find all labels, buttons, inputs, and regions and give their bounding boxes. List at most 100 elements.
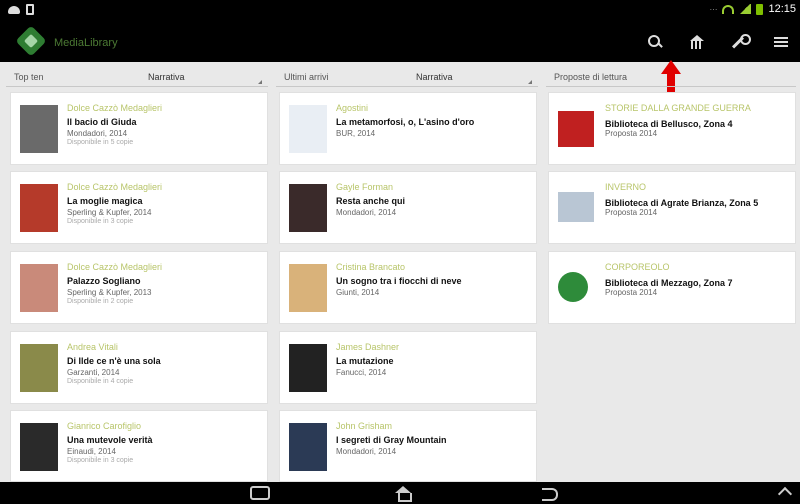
wrench-icon[interactable] (728, 32, 751, 52)
book-card[interactable]: Dolce Cazzò Medaglieri Il bacio di Giuda… (10, 92, 268, 165)
book-title: Palazzo Sogliano (67, 276, 141, 286)
book-title: La moglie magica (67, 196, 143, 206)
navigation-bar (0, 482, 800, 504)
book-card[interactable]: Agostini La metamorfosi, o, L'asino d'or… (279, 92, 537, 165)
book-title: Resta anche qui (336, 196, 406, 206)
wifi-icon (722, 4, 735, 14)
proposal-library: Biblioteca di Agrate Brianza, Zona 5 (605, 198, 759, 208)
home-icon[interactable] (394, 486, 412, 502)
book-title: Il bacio di Giuda (67, 117, 137, 127)
menu-icon[interactable] (770, 32, 792, 52)
book-author: Gianrico Carofiglio (67, 421, 142, 431)
dropdown-triangle-icon[interactable] (258, 80, 262, 84)
library-icon[interactable] (686, 32, 708, 52)
column-header-proposte: Proposte di lettura (546, 67, 796, 87)
book-publisher: Sperling & Kupfer, 2014 (67, 208, 152, 217)
recent-apps-icon[interactable] (250, 486, 270, 500)
genre-filter-select[interactable]: Narrativa (148, 72, 185, 82)
book-publisher: Giunti, 2014 (336, 288, 380, 297)
proposal-library: Biblioteca di Mezzago, Zona 7 (605, 278, 733, 288)
book-card[interactable]: Dolce Cazzò Medaglieri Palazzo Sogliano … (10, 251, 268, 324)
book-availability: Disponibile in 3 copie (67, 218, 134, 225)
book-card[interactable]: Cristina Brancato Un sogno tra i fiocchi… (279, 251, 537, 324)
proposal-meta: Proposta 2014 (605, 288, 658, 297)
reading-proposal-card[interactable]: CORPOREOLO Biblioteca di Mezzago, Zona 7… (548, 251, 796, 324)
book-author: James Dashner (336, 342, 400, 352)
genre-filter-select[interactable]: Narrativa (416, 72, 453, 82)
book-author: Dolce Cazzò Medaglieri (67, 182, 163, 192)
book-author: Andrea Vitali (67, 342, 118, 352)
column-header-top-ten: Top ten Narrativa (6, 67, 268, 87)
proposal-title: CORPOREOLO (605, 262, 670, 272)
book-title: La mutazione (336, 356, 394, 366)
book-availability: Disponibile in 3 copie (67, 457, 134, 464)
book-publisher: Sperling & Kupfer, 2013 (67, 288, 152, 297)
book-cover (289, 423, 327, 471)
proposal-library: Biblioteca di Bellusco, Zona 4 (605, 119, 733, 129)
column-label: Ultimi arrivi (284, 72, 329, 82)
book-card[interactable]: Gianrico Carofiglio Una mutevole verità … (10, 410, 268, 482)
book-author: Gayle Forman (336, 182, 394, 192)
book-title: Un sogno tra i fiocchi di neve (336, 276, 462, 286)
book-author: John Grisham (336, 421, 393, 431)
dropdown-triangle-icon[interactable] (528, 80, 532, 84)
book-author: Dolce Cazzò Medaglieri (67, 103, 163, 113)
back-icon[interactable] (542, 486, 560, 501)
app-title: MediaLibrary (54, 37, 118, 49)
book-title: I segreti di Gray Mountain (336, 435, 447, 445)
book-card[interactable]: Dolce Cazzò Medaglieri La moglie magica … (10, 171, 268, 244)
proposal-cover (558, 192, 594, 222)
book-cover (20, 184, 58, 232)
reading-proposal-card[interactable]: STORIE DALLA GRANDE GUERRA Biblioteca di… (548, 92, 796, 165)
cloud-icon (8, 6, 20, 14)
signal-icon (739, 4, 752, 14)
book-publisher: BUR, 2014 (336, 129, 376, 138)
reading-proposal-card[interactable]: INVERNO Biblioteca di Agrate Brianza, Zo… (548, 171, 796, 244)
book-cover (20, 105, 58, 153)
book-card[interactable]: Gayle Forman Resta anche qui Mondadori, … (279, 171, 537, 244)
proposal-meta: Proposta 2014 (605, 129, 658, 138)
book-publisher: Mondadori, 2014 (336, 447, 397, 456)
proposal-cover (558, 111, 594, 147)
book-author: Dolce Cazzò Medaglieri (67, 262, 163, 272)
book-author: Cristina Brancato (336, 262, 406, 272)
notification-icons: ⋯ (709, 4, 718, 14)
column-label: Proposte di lettura (554, 72, 628, 82)
book-publisher: Mondadori, 2014 (336, 208, 397, 217)
app-logo-icon[interactable] (15, 25, 47, 57)
book-availability: Disponibile in 5 copie (67, 139, 134, 146)
action-bar: MediaLibrary (0, 22, 800, 62)
proposal-title: STORIE DALLA GRANDE GUERRA (605, 103, 751, 113)
proposal-cover (558, 272, 588, 302)
clock: 12:15 (768, 3, 796, 15)
chevron-up-icon[interactable] (778, 486, 792, 500)
book-author: Agostini (336, 103, 369, 113)
book-card[interactable]: Andrea Vitali Di Ilde ce n'è una sola Ga… (10, 331, 268, 404)
book-title: La metamorfosi, o, L'asino d'oro (336, 117, 475, 127)
proposal-meta: Proposta 2014 (605, 208, 658, 217)
clipboard-icon (26, 4, 34, 15)
book-title: Di Ilde ce n'è una sola (67, 356, 161, 366)
book-cover (20, 344, 58, 392)
book-cover (289, 344, 327, 392)
book-cover (289, 264, 327, 312)
book-availability: Disponibile in 2 copie (67, 298, 134, 305)
book-card[interactable]: James Dashner La mutazione Fanucci, 2014 (279, 331, 537, 404)
column-header-ultimi-arrivi: Ultimi arrivi Narrativa (276, 67, 538, 87)
book-cover (289, 184, 327, 232)
status-bar: ⋯ 12:15 (0, 0, 800, 22)
book-publisher: Einaudi, 2014 (67, 447, 116, 456)
book-availability: Disponibile in 4 copie (67, 378, 134, 385)
book-title: Una mutevole verità (67, 435, 153, 445)
book-cover (20, 423, 58, 471)
book-publisher: Fanucci, 2014 (336, 368, 387, 377)
column-label: Top ten (14, 72, 44, 82)
book-publisher: Mondadori, 2014 (67, 129, 128, 138)
battery-icon (756, 3, 764, 15)
book-card[interactable]: John Grisham I segreti di Gray Mountain … (279, 410, 537, 482)
search-icon[interactable] (644, 32, 666, 52)
book-cover (20, 264, 58, 312)
book-cover (289, 105, 327, 153)
proposal-title: INVERNO (605, 182, 647, 192)
book-publisher: Garzanti, 2014 (67, 368, 120, 377)
